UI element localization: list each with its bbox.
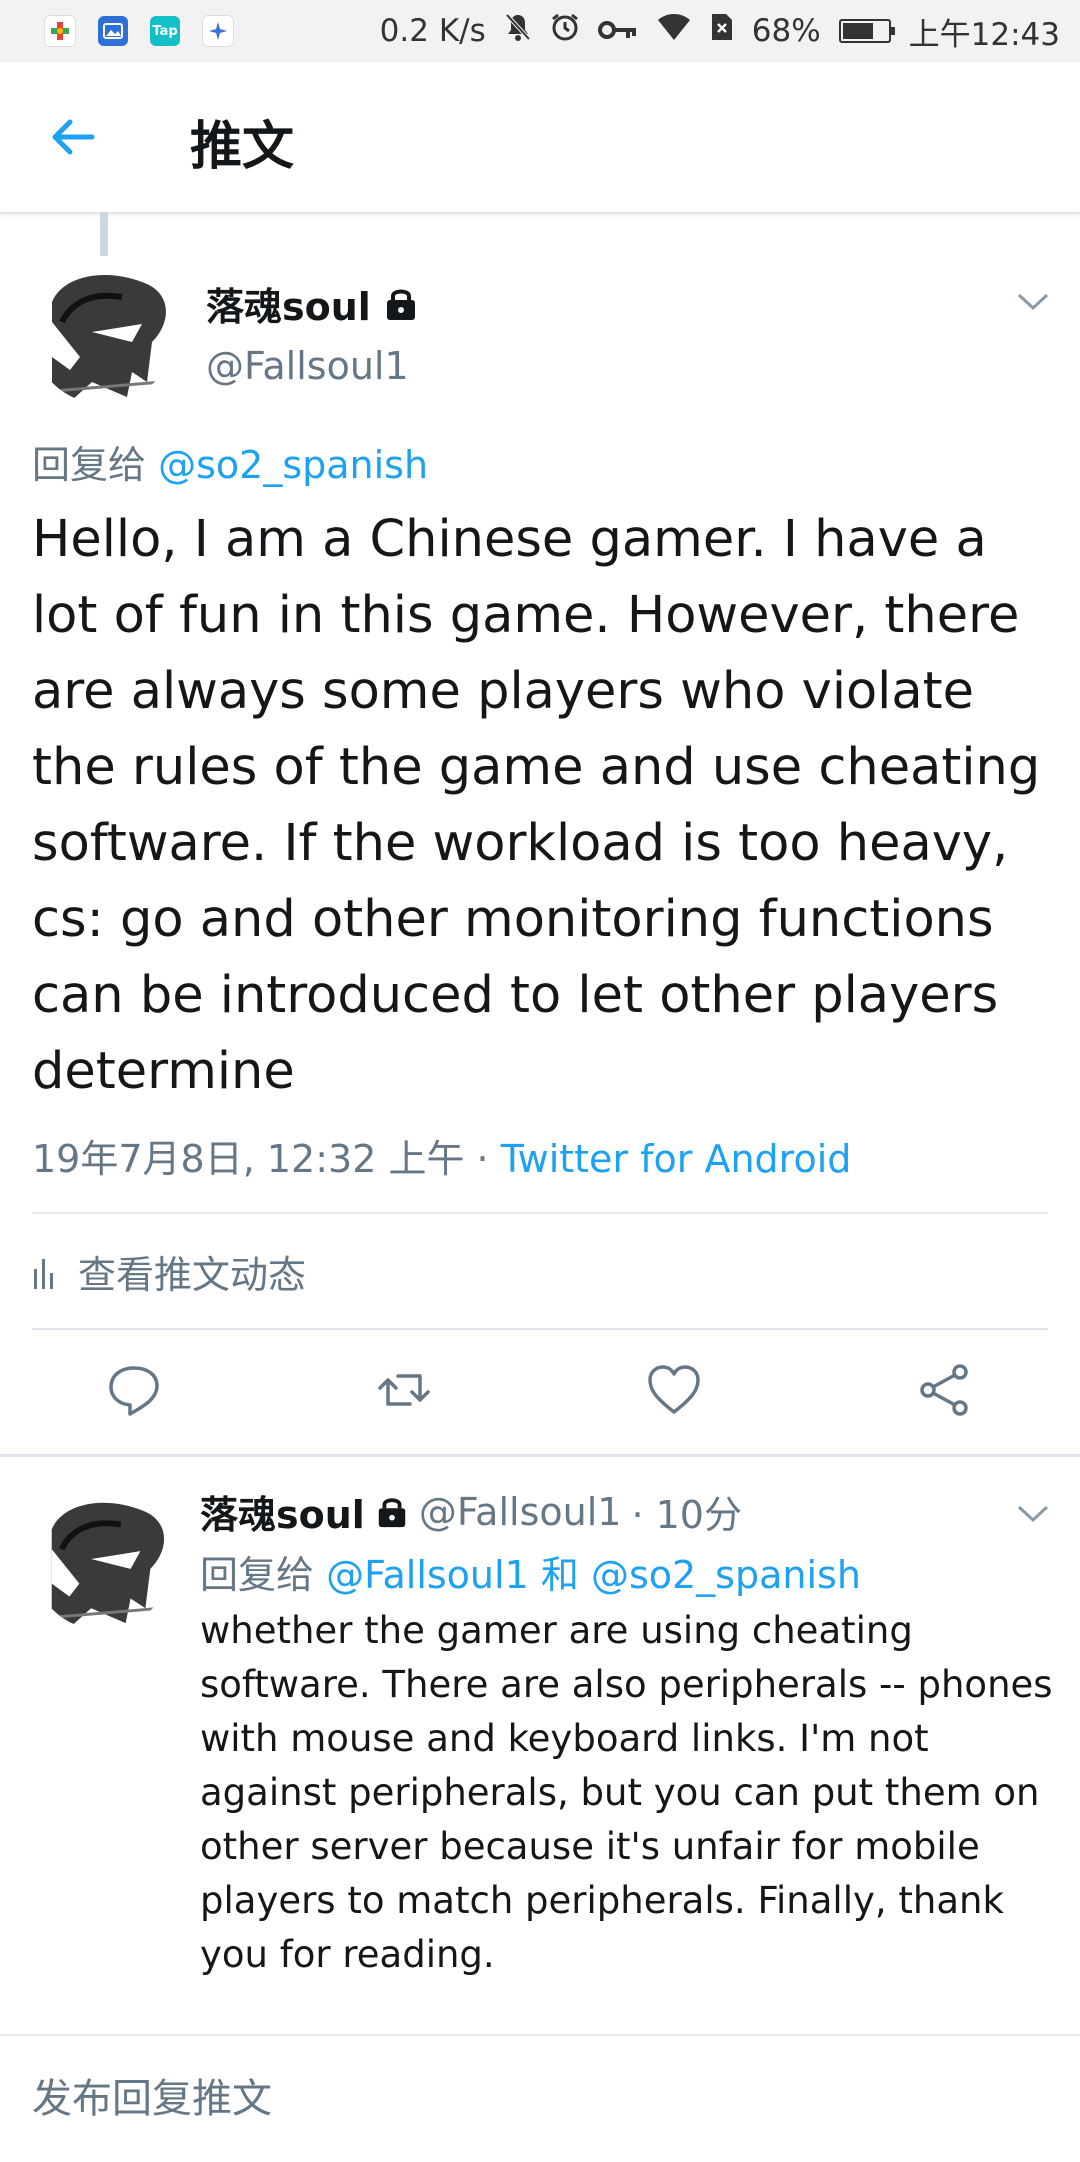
reply-replying-to: 回复给 @Fallsoul1 和 @so2_spanish [200,1544,861,1599]
status-bar: Tap 0.2 K/s 68% 上午12:43 [0,0,1080,62]
status-indicators: 0.2 K/s 68% 上午12:43 [380,9,1060,54]
reply-author-handle[interactable]: @Fallsoul1 [419,1490,622,1534]
replying-to-link[interactable]: @so2_spanish [158,443,428,487]
tweet-author-handle[interactable]: @Fallsoul1 [206,344,409,388]
tweet-date: 19年7月8日, 12:32 上午 · [32,1137,501,1181]
alarm-icon [550,12,580,50]
replying-prefix: 回复给 [200,1553,315,1597]
reply-author-name[interactable]: 落魂soul [200,1484,365,1539]
replying-to-link[interactable]: @so2_spanish [591,1553,861,1597]
view-activity-button[interactable]: 查看推文动态 [32,1244,306,1299]
avatar[interactable] [32,1490,172,1630]
mute-icon [504,12,532,50]
battery-icon [838,19,895,43]
page-title: 推文 [190,117,295,177]
gallery-app-icon [98,16,128,46]
like-heart-icon[interactable] [646,1362,702,1418]
compose-reply-input[interactable]: 发布回复推文 [32,2066,272,2124]
tweet-meta: 19年7月8日, 12:32 上午 · Twitter for Android [32,1128,851,1183]
battery-fill [842,23,873,39]
replying-to: 回复给 @so2_spanish [32,434,428,489]
replying-prefix: 回复给 [32,443,147,487]
notification-icons: Tap [44,15,234,47]
divider [32,1212,1048,1214]
sim-icon [710,12,734,50]
reply-text: whether the gamer are using cheating sof… [200,1609,1053,1976]
reply-timestamp: · 10分 [631,1493,742,1537]
tweet-text: Hello, I am a Chinese gamer. I have a lo… [32,510,1041,1101]
tweet-author-name[interactable]: 落魂soul [206,276,419,331]
view-activity-label: 查看推文动态 [78,1253,307,1297]
wifi-icon [656,12,692,50]
lock-icon [378,1497,406,1527]
star-app-icon [202,15,234,47]
compose-reply-bar[interactable]: 发布回复推文 [0,2034,1080,2162]
chevron-down-icon[interactable] [1016,292,1050,312]
game-app-icon [44,15,76,47]
retweet-icon[interactable] [376,1362,432,1418]
replying-and: 和 [540,1553,579,1597]
replying-to-link[interactable]: @Fallsoul1 [326,1553,529,1597]
bar-chart-icon [34,1258,53,1289]
network-speed: 0.2 K/s [379,13,486,49]
section-separator [0,1454,1080,1457]
tap-label: Tap [152,23,178,39]
tap-app-icon: Tap [150,16,180,46]
lock-icon [386,289,415,320]
key-icon [597,13,638,49]
thread-connector-line [100,212,108,256]
tweet-actions [0,1362,1080,1422]
avatar[interactable] [32,262,174,404]
divider [32,1328,1048,1330]
back-arrow-icon[interactable] [48,112,98,162]
app-bar: 推文 [0,62,1080,214]
chevron-down-icon[interactable] [1016,1504,1050,1524]
battery-percent: 68% [751,13,821,49]
author-name-text: 落魂soul [206,285,371,329]
clock: 上午12:43 [908,16,1060,53]
reply-header: 落魂soul @Fallsoul1 · 10分 [200,1484,742,1539]
reply-icon[interactable] [106,1362,162,1418]
tweet-source-link[interactable]: Twitter for Android [501,1137,852,1181]
share-icon[interactable] [916,1362,972,1418]
